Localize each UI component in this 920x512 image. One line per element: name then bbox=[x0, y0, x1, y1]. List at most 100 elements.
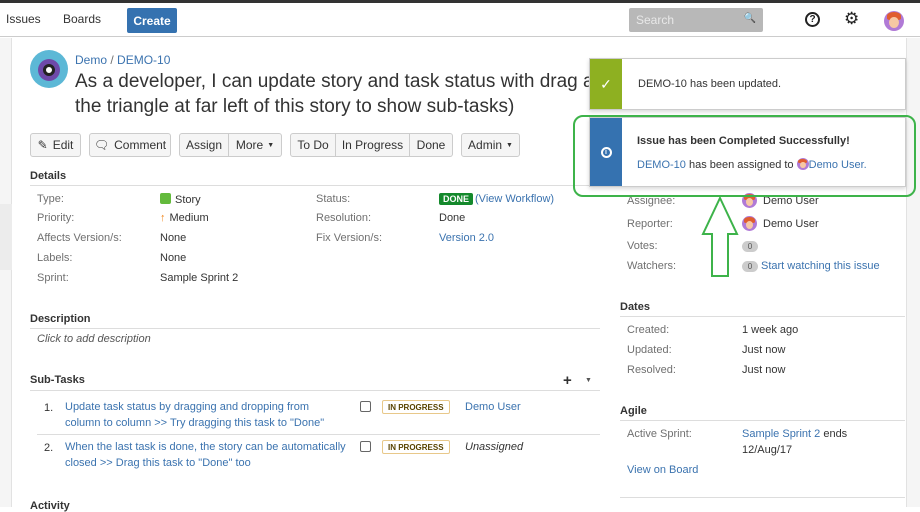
created-value: 1 week ago bbox=[742, 324, 799, 336]
activity-heading[interactable]: Activity bbox=[30, 500, 70, 512]
done-transition-button[interactable]: Done bbox=[410, 133, 453, 157]
details-heading[interactable]: Details bbox=[30, 170, 66, 182]
subtask-assignee[interactable]: Unassigned bbox=[465, 441, 523, 453]
description-divider bbox=[30, 328, 600, 329]
issue-title[interactable]: As a developer, I can update story and t… bbox=[75, 69, 595, 119]
chevron-down-icon: ▼ bbox=[506, 141, 513, 149]
subtask-assignee[interactable]: Demo User bbox=[465, 401, 521, 413]
subtask-row-divider bbox=[37, 434, 600, 435]
success-check-icon: ✓ bbox=[590, 59, 622, 109]
labels-label: Labels: bbox=[37, 252, 73, 264]
watchers-label: Watchers: bbox=[627, 260, 677, 272]
active-sprint-label: Active Sprint: bbox=[627, 428, 692, 440]
active-sprint-value: Sample Sprint 2 ends bbox=[742, 428, 848, 440]
fix-version-label: Fix Version/s: bbox=[316, 232, 383, 244]
subtasks-divider bbox=[30, 390, 600, 391]
issue-title-line2: the triangle at far left of this story t… bbox=[75, 96, 515, 117]
dates-divider bbox=[620, 316, 905, 317]
created-label: Created: bbox=[627, 324, 670, 336]
search-icon: 🔍 bbox=[743, 13, 756, 24]
add-subtask-icon[interactable]: + bbox=[563, 372, 572, 389]
comment-label: Comment bbox=[114, 138, 167, 152]
updated-label: Updated: bbox=[627, 344, 672, 356]
edit-button[interactable]: ✎ Edit bbox=[30, 133, 81, 157]
sprint-value[interactable]: Sample Sprint 2 bbox=[160, 272, 238, 284]
reporter-label: Reporter: bbox=[627, 218, 673, 230]
details-divider bbox=[30, 185, 600, 186]
breadcrumb-project[interactable]: Demo bbox=[75, 53, 107, 67]
story-icon bbox=[160, 193, 171, 204]
sprint-end-date: 12/Aug/17 bbox=[742, 444, 793, 456]
create-button[interactable]: Create bbox=[127, 8, 177, 33]
subtask-summary-line1: When the last task is done, the story ca… bbox=[65, 441, 346, 453]
start-watching-link[interactable]: Start watching this issue bbox=[761, 260, 880, 272]
reporter-avatar bbox=[742, 216, 757, 231]
search-placeholder: Search bbox=[636, 13, 675, 27]
votes-count[interactable]: 0 bbox=[742, 241, 758, 252]
priority-value[interactable]: ↑ Medium bbox=[160, 212, 209, 224]
left-sidebar-collapsed bbox=[0, 38, 12, 507]
resolved-value: Just now bbox=[742, 364, 786, 376]
labels-value[interactable]: None bbox=[160, 252, 186, 264]
more-button[interactable]: More ▼ bbox=[229, 133, 282, 157]
subtask-summary[interactable]: When the last task is done, the story ca… bbox=[65, 439, 346, 471]
view-on-board-link[interactable]: View on Board bbox=[627, 464, 698, 476]
status-label: Status: bbox=[316, 193, 351, 205]
gear-icon[interactable]: ⚙ bbox=[844, 9, 859, 29]
subtask-number: 1. bbox=[44, 402, 54, 414]
nav-boards[interactable]: Boards bbox=[63, 12, 101, 26]
subtask-summary-line2: closed >> Drag this task to "Done" too bbox=[65, 457, 251, 469]
annotation-arrow-icon bbox=[701, 196, 739, 277]
subtask-type-icon bbox=[360, 401, 371, 412]
fix-version-value[interactable]: Version 2.0 bbox=[439, 232, 494, 244]
status-value: DONE (View Workflow) bbox=[439, 193, 554, 205]
help-icon[interactable]: ? bbox=[805, 12, 820, 27]
priority-arrow-up-icon: ↑ bbox=[160, 212, 166, 224]
nav-issues[interactable]: Issues bbox=[6, 12, 41, 26]
reporter-value[interactable]: Demo User bbox=[763, 218, 819, 230]
breadcrumb: Demo / DEMO-10 bbox=[75, 53, 171, 67]
admin-button[interactable]: Admin ▼ bbox=[461, 133, 520, 157]
chevron-down-icon[interactable]: ▼ bbox=[585, 377, 592, 384]
view-workflow-link[interactable]: (View Workflow) bbox=[475, 193, 554, 205]
highlight-box bbox=[573, 115, 916, 197]
sprint-link[interactable]: Sample Sprint 2 bbox=[742, 428, 820, 440]
top-nav-bar: Issues Boards Create Search 🔍 ? ⚙ bbox=[0, 0, 920, 37]
description-heading[interactable]: Description bbox=[30, 313, 91, 325]
updated-notification[interactable]: ✓ DEMO-10 has been updated. bbox=[589, 58, 906, 110]
edit-label: Edit bbox=[52, 138, 74, 152]
sprint-label: Sprint: bbox=[37, 272, 69, 284]
todo-transition-button[interactable]: To Do bbox=[290, 133, 336, 157]
project-avatar[interactable] bbox=[30, 50, 68, 88]
subtask-summary[interactable]: Update task status by dragging and dropp… bbox=[65, 399, 324, 431]
comment-icon: 🗨 bbox=[93, 138, 110, 152]
agile-heading[interactable]: Agile bbox=[620, 405, 647, 417]
breadcrumb-issue-key[interactable]: DEMO-10 bbox=[117, 53, 170, 67]
in-progress-transition-button[interactable]: In Progress bbox=[336, 133, 410, 157]
updated-value: Just now bbox=[742, 344, 786, 356]
dates-heading[interactable]: Dates bbox=[620, 301, 650, 313]
agile-divider bbox=[620, 420, 905, 421]
next-section-divider bbox=[620, 497, 905, 498]
comment-button[interactable]: 🗨 Comment bbox=[89, 133, 171, 157]
issue-title-line1: As a developer, I can update story and t… bbox=[75, 71, 594, 92]
right-scrollbar[interactable] bbox=[906, 38, 920, 507]
type-label: Type: bbox=[37, 193, 64, 205]
affects-version-value[interactable]: None bbox=[160, 232, 186, 244]
status-badge: DONE bbox=[439, 193, 474, 205]
affects-version-label: Affects Version/s: bbox=[37, 232, 122, 244]
subtask-number: 2. bbox=[44, 442, 54, 454]
type-value[interactable]: Story bbox=[160, 193, 201, 206]
updated-message: DEMO-10 has been updated. bbox=[638, 78, 782, 90]
subtask-summary-line2: column to column >> Try dragging this ta… bbox=[65, 417, 325, 429]
watchers-count[interactable]: 0 bbox=[742, 261, 758, 272]
assign-button[interactable]: Assign bbox=[179, 133, 229, 157]
subtask-status-badge: IN PROGRESS bbox=[382, 440, 450, 454]
subtasks-heading[interactable]: Sub-Tasks bbox=[30, 374, 85, 386]
subtask-status-badge: IN PROGRESS bbox=[382, 400, 450, 414]
search-input[interactable]: Search 🔍 bbox=[629, 8, 763, 32]
user-avatar[interactable] bbox=[884, 11, 904, 31]
admin-label: Admin bbox=[468, 138, 503, 152]
description-placeholder[interactable]: Click to add description bbox=[37, 333, 151, 345]
resolved-label: Resolved: bbox=[627, 364, 676, 376]
